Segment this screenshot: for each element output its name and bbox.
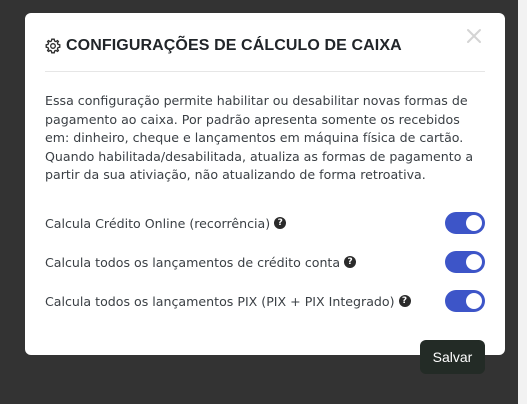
page-edge (518, 0, 527, 404)
option-credito-conta: Calcula todos os lançamentos de crédito … (45, 250, 485, 274)
toggle-knob (466, 215, 482, 231)
header-divider (45, 71, 485, 72)
modal-title: CONFIGURAÇÕES DE CÁLCULO DE CAIXA (66, 37, 402, 54)
question-circle-icon[interactable]: ? (398, 295, 411, 307)
option-label: Calcula todos os lançamentos de crédito … (45, 254, 341, 270)
modal-description: Essa configuração permite habilitar ou d… (45, 93, 474, 182)
option-label: Calcula todos os lançamentos PIX (PIX + … (45, 293, 395, 309)
option-label: Calcula Crédito Online (recorrência) (45, 215, 271, 231)
question-circle-icon[interactable]: ? (274, 217, 287, 229)
close-icon[interactable] (465, 27, 483, 45)
option-credito-online: Calcula Crédito Online (recorrência) ? (45, 211, 485, 235)
screen: CONFIGURAÇÕES DE CÁLCULO DE CAIXA Essa c… (0, 0, 527, 404)
toggle-knob (466, 254, 482, 270)
toggle-credito-online[interactable] (445, 212, 485, 234)
gear-icon (45, 38, 61, 54)
modal-header: CONFIGURAÇÕES DE CÁLCULO DE CAIXA (45, 35, 485, 57)
cash-calculation-settings-modal: CONFIGURAÇÕES DE CÁLCULO DE CAIXA Essa c… (25, 13, 505, 355)
toggle-credito-conta[interactable] (445, 251, 485, 273)
question-circle-icon[interactable]: ? (344, 256, 357, 268)
option-pix: Calcula todos os lançamentos PIX (PIX + … (45, 289, 485, 313)
toggle-pix[interactable] (445, 290, 485, 312)
toggle-knob (466, 293, 482, 309)
save-button[interactable]: Salvar (420, 340, 485, 374)
